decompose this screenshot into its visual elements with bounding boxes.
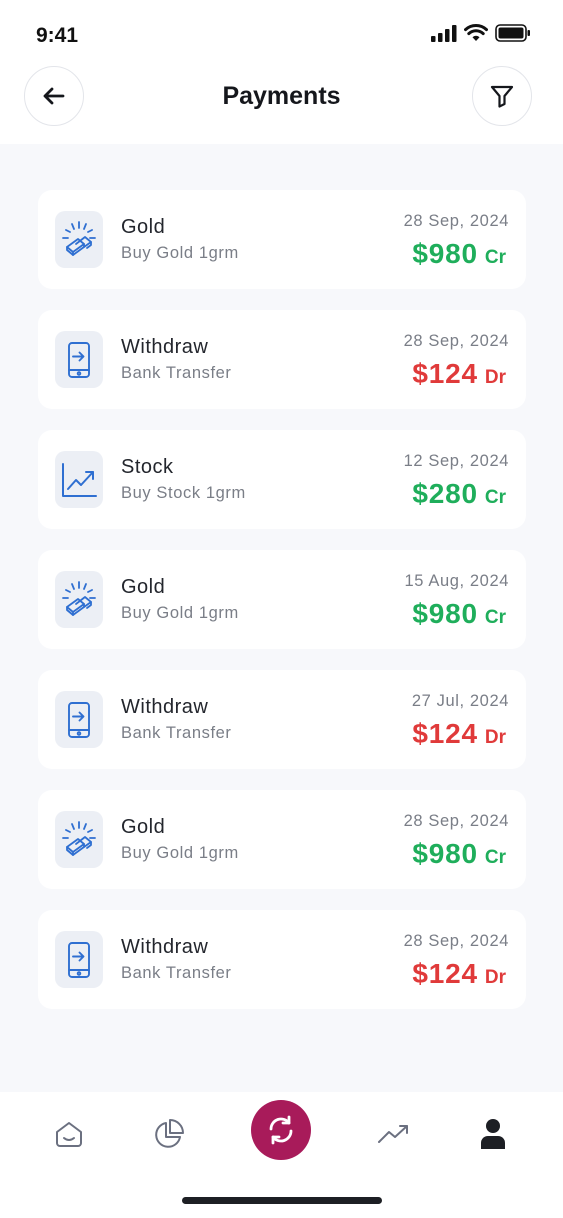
transaction-subtitle: Buy Gold 1grm bbox=[121, 244, 239, 262]
transaction-type: Cr bbox=[484, 247, 506, 268]
gold-bars-icon bbox=[62, 820, 96, 856]
transaction-type: Dr bbox=[484, 367, 506, 388]
header: Payments bbox=[0, 64, 563, 144]
transaction-date: 28 Sep, 2024 bbox=[403, 212, 509, 230]
transaction-card[interactable]: Withdraw Bank Transfer 28 Sep, 2024 $124… bbox=[38, 910, 526, 1009]
transaction-amount: $980 bbox=[412, 598, 478, 629]
transaction-amount: $980 bbox=[412, 838, 478, 869]
nav-home[interactable] bbox=[49, 1114, 89, 1154]
transaction-title: Withdraw bbox=[121, 336, 209, 358]
home-indicator bbox=[182, 1197, 382, 1204]
transaction-date: 28 Sep, 2024 bbox=[403, 932, 509, 950]
nav-profile[interactable] bbox=[473, 1114, 513, 1154]
status-icons bbox=[431, 24, 531, 42]
wifi-icon bbox=[464, 24, 488, 41]
transaction-title: Gold bbox=[121, 216, 166, 238]
transaction-card[interactable]: Gold Buy Gold 1grm 28 Sep, 2024 $980 Cr bbox=[38, 790, 526, 889]
transaction-title: Gold bbox=[121, 816, 166, 838]
transaction-subtitle: Bank Transfer bbox=[121, 724, 232, 742]
transaction-subtitle: Bank Transfer bbox=[121, 964, 232, 982]
transaction-amount-row: $980 Cr bbox=[412, 838, 506, 870]
transaction-icon-tile bbox=[55, 691, 103, 748]
battery-icon bbox=[495, 24, 530, 42]
transaction-amount-row: $124 Dr bbox=[412, 718, 506, 750]
transaction-subtitle: Buy Gold 1grm bbox=[121, 844, 239, 862]
transaction-card[interactable]: Withdraw Bank Transfer 27 Jul, 2024 $124… bbox=[38, 670, 526, 769]
nav-markets[interactable] bbox=[373, 1114, 413, 1154]
trending-up-icon bbox=[378, 1125, 408, 1143]
transaction-icon-tile bbox=[55, 571, 103, 628]
transaction-amount-row: $124 Dr bbox=[412, 958, 506, 990]
transaction-icon-tile bbox=[55, 811, 103, 868]
transaction-title: Gold bbox=[121, 576, 166, 598]
nav-portfolio[interactable] bbox=[149, 1114, 189, 1154]
transaction-card[interactable]: Withdraw Bank Transfer 28 Sep, 2024 $124… bbox=[38, 310, 526, 409]
transaction-amount-row: $280 Cr bbox=[412, 478, 506, 510]
pie-chart-icon bbox=[155, 1119, 184, 1148]
refresh-icon bbox=[269, 1115, 293, 1145]
gold-bars-icon bbox=[62, 580, 96, 616]
transaction-amount: $124 bbox=[412, 718, 478, 749]
transaction-card[interactable]: Stock Buy Stock 1grm 12 Sep, 2024 $280 C… bbox=[38, 430, 526, 529]
transaction-amount: $124 bbox=[412, 358, 478, 389]
transaction-amount-row: $124 Dr bbox=[412, 358, 506, 390]
filter-button[interactable] bbox=[472, 66, 532, 126]
transaction-date: 28 Sep, 2024 bbox=[403, 812, 509, 830]
transaction-icon-tile bbox=[55, 211, 103, 268]
phone-transfer-icon bbox=[68, 701, 90, 738]
transaction-title: Withdraw bbox=[121, 696, 209, 718]
transaction-amount-row: $980 Cr bbox=[412, 238, 506, 270]
transaction-amount-row: $980 Cr bbox=[412, 598, 506, 630]
transaction-subtitle: Buy Gold 1grm bbox=[121, 604, 239, 622]
transaction-icon-tile bbox=[55, 331, 103, 388]
cellular-signal-icon bbox=[431, 24, 457, 42]
transaction-type: Cr bbox=[484, 487, 506, 508]
filter-icon bbox=[490, 85, 514, 108]
gold-bars-icon bbox=[62, 220, 96, 256]
transaction-list: Gold Buy Gold 1grm 28 Sep, 2024 $980 Cr … bbox=[0, 144, 563, 1092]
user-icon bbox=[481, 1119, 505, 1149]
transaction-card[interactable]: Gold Buy Gold 1grm 15 Aug, 2024 $980 Cr bbox=[38, 550, 526, 649]
home-icon bbox=[56, 1122, 82, 1147]
transaction-type: Cr bbox=[484, 607, 506, 628]
transaction-type: Dr bbox=[484, 727, 506, 748]
status-time: 9:41 bbox=[36, 24, 79, 47]
transaction-icon-tile bbox=[55, 451, 103, 508]
transaction-title: Stock bbox=[121, 456, 174, 478]
transaction-date: 27 Jul, 2024 bbox=[411, 692, 509, 710]
transaction-date: 12 Sep, 2024 bbox=[403, 452, 509, 470]
phone-transfer-icon bbox=[68, 341, 90, 378]
transaction-subtitle: Buy Stock 1grm bbox=[121, 484, 246, 502]
transaction-amount: $280 bbox=[412, 478, 478, 509]
transaction-title: Withdraw bbox=[121, 936, 209, 958]
transaction-subtitle: Bank Transfer bbox=[121, 364, 232, 382]
transaction-date: 28 Sep, 2024 bbox=[403, 332, 509, 350]
transaction-amount: $980 bbox=[412, 238, 478, 269]
transaction-amount: $124 bbox=[412, 958, 478, 989]
transaction-icon-tile bbox=[55, 931, 103, 988]
nav-exchange-button[interactable] bbox=[251, 1100, 311, 1160]
transaction-type: Cr bbox=[484, 847, 506, 868]
phone-transfer-icon bbox=[68, 941, 90, 978]
transaction-type: Dr bbox=[484, 967, 506, 988]
transaction-date: 15 Aug, 2024 bbox=[404, 572, 509, 590]
stock-chart-icon bbox=[62, 462, 97, 497]
transaction-card[interactable]: Gold Buy Gold 1grm 28 Sep, 2024 $980 Cr bbox=[38, 190, 526, 289]
status-bar: 9:41 bbox=[0, 0, 563, 64]
